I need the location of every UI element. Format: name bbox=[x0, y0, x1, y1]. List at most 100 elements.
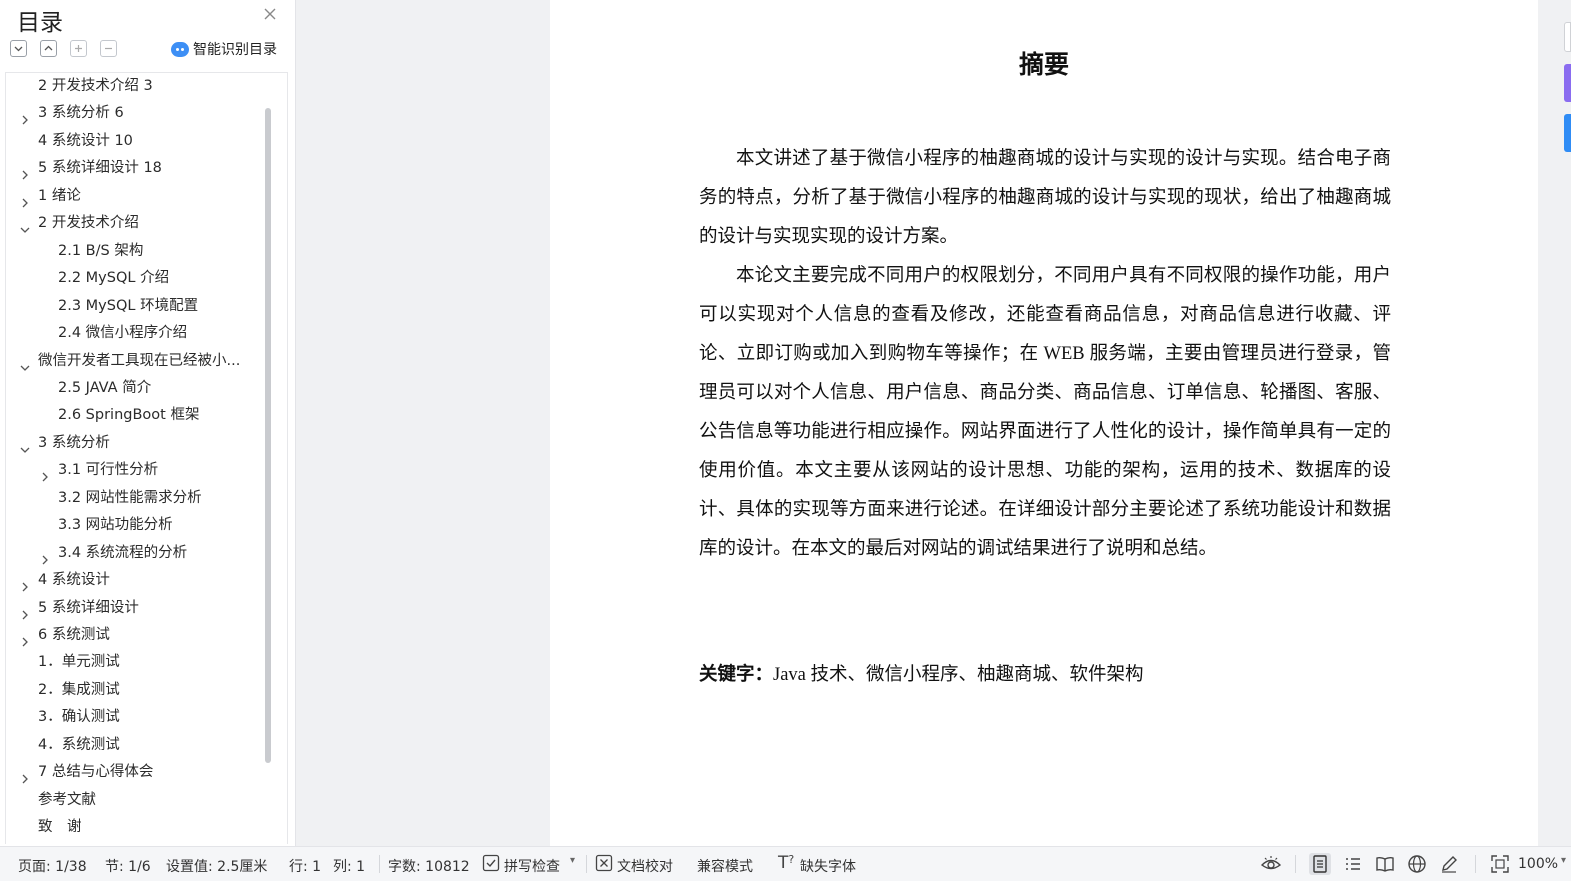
toc-item[interactable]: 3.3 网站功能分析 bbox=[6, 512, 268, 539]
toc-item[interactable]: 2.1 B/S 架构 bbox=[6, 238, 268, 265]
spellcheck-icon[interactable] bbox=[482, 854, 500, 876]
toc-item-label: 3.1 可行性分析 bbox=[58, 462, 159, 479]
zoom-chevron-icon[interactable]: ▾ bbox=[1561, 855, 1566, 866]
web-view-icon[interactable] bbox=[1406, 853, 1428, 875]
setting-indicator[interactable]: 设置值: 2.5厘米 bbox=[166, 856, 267, 876]
toc-item[interactable]: 3.1 可行性分析 bbox=[6, 457, 268, 484]
toc-item[interactable]: 3 系统分析 bbox=[6, 430, 268, 457]
side-tab[interactable] bbox=[1564, 22, 1571, 52]
page-indicator[interactable]: 页面: 1/38 bbox=[18, 856, 87, 876]
toc-item-label: 3.2 网站性能需求分析 bbox=[58, 489, 202, 506]
toc-item[interactable]: 4 系统设计 10 bbox=[6, 128, 268, 155]
chevron-right-icon[interactable] bbox=[20, 191, 30, 208]
zoom-level[interactable]: 100% bbox=[1518, 856, 1558, 872]
chevron-right-icon[interactable] bbox=[20, 630, 30, 647]
ai-icon bbox=[171, 41, 189, 57]
toc-item-label: 微信开发者工具现在已经被小... bbox=[38, 352, 241, 369]
right-side-panel bbox=[1542, 0, 1571, 846]
toc-item-label: 致 谢 bbox=[38, 819, 82, 836]
toc-item-label: 3.4 系统流程的分析 bbox=[58, 544, 188, 561]
side-tab-tools[interactable] bbox=[1564, 114, 1571, 152]
chevron-right-icon[interactable] bbox=[20, 575, 30, 592]
side-tab-ai[interactable] bbox=[1564, 64, 1571, 102]
page-title: 摘要 bbox=[1018, 52, 1069, 79]
toc-item[interactable]: 5 系统详细设计 18 bbox=[6, 155, 268, 182]
smart-toc-button[interactable]: 智能识别目录 bbox=[171, 39, 277, 59]
toc-item[interactable]: 2.6 SpringBoot 框架 bbox=[6, 402, 268, 429]
chevron-right-icon[interactable] bbox=[20, 603, 30, 620]
fit-page-icon[interactable] bbox=[1489, 853, 1511, 875]
missing-font-button[interactable]: 缺失字体 bbox=[800, 856, 856, 876]
section-indicator[interactable]: 节: 1/6 bbox=[105, 856, 151, 876]
toc-item-label: 2.5 JAVA 简介 bbox=[58, 379, 152, 396]
chevron-right-icon[interactable] bbox=[20, 163, 30, 180]
expand-all-icon[interactable] bbox=[10, 40, 27, 57]
add-heading-icon[interactable] bbox=[70, 40, 87, 57]
divider bbox=[379, 855, 380, 873]
eye-protection-icon[interactable] bbox=[1260, 853, 1282, 875]
document-body: 本文讲述了基于微信小程序的柚趣商城的设计与实现的设计与实现。结合电子商务的特点，… bbox=[699, 140, 1391, 569]
toc-item[interactable]: 3．确认测试 bbox=[6, 704, 268, 731]
toc-item-label: 3.3 网站功能分析 bbox=[58, 517, 173, 534]
col-indicator: 列: 1 bbox=[333, 859, 366, 875]
pen-icon[interactable] bbox=[1438, 853, 1460, 875]
chevron-down-icon[interactable] bbox=[20, 438, 30, 453]
toc-item[interactable]: 6 系统测试 bbox=[6, 622, 268, 649]
toc-item[interactable]: 2 开发技术介绍 3 bbox=[6, 73, 268, 100]
toc-sidebar: 目录 智能识别目录 2 开发技术介绍 3 3 系统分析 6 4 系统设计 10 5 系… bbox=[0, 0, 296, 846]
toc-item[interactable]: 2.3 MySQL 环境配置 bbox=[6, 293, 268, 320]
toc-item[interactable]: 2.4 微信小程序介绍 bbox=[6, 320, 268, 347]
toc-item[interactable]: 1 绪论 bbox=[6, 183, 268, 210]
toc-item[interactable]: 5 系统详细设计 bbox=[6, 595, 268, 622]
proofread-button[interactable]: 文档校对 bbox=[617, 856, 673, 876]
toc-item[interactable]: 1．单元测试 bbox=[6, 649, 268, 676]
chevron-right-icon[interactable] bbox=[20, 108, 30, 125]
toc-item-label: 参考文献 bbox=[38, 791, 96, 808]
close-icon[interactable] bbox=[262, 6, 278, 22]
toc-item[interactable]: 4 系统设计 bbox=[6, 567, 268, 594]
paragraph: 本论文主要完成不同用户的权限划分，不同用户具有不同权限的操作功能，用户可以实现对… bbox=[699, 266, 1391, 559]
chevron-right-icon[interactable] bbox=[40, 465, 50, 482]
row-indicator: 行: 1 bbox=[289, 859, 322, 875]
toc-item[interactable]: 3 系统分析 6 bbox=[6, 100, 268, 127]
outline-view-icon[interactable] bbox=[1342, 853, 1364, 875]
missing-font-icon[interactable]: T? bbox=[778, 853, 794, 873]
toc-item[interactable]: 2.2 MySQL 介绍 bbox=[6, 265, 268, 292]
proofread-icon[interactable] bbox=[595, 854, 613, 876]
chevron-right-icon[interactable] bbox=[20, 767, 30, 784]
chevron-down-icon[interactable] bbox=[20, 218, 30, 234]
toc-item-label: 3 系统分析 bbox=[38, 434, 110, 451]
divider bbox=[1475, 855, 1476, 873]
document-page[interactable]: 摘要 本文讲述了基于微信小程序的柚趣商城的设计与实现的设计与实现。结合电子商务的… bbox=[550, 0, 1538, 846]
toc-item-label: 2.6 SpringBoot 框架 bbox=[58, 407, 200, 424]
chevron-down-icon[interactable]: ▾ bbox=[570, 855, 575, 866]
toc-item-label: 2.4 微信小程序介绍 bbox=[58, 325, 188, 342]
toc-item-label: 3 系统分析 6 bbox=[38, 105, 124, 122]
spellcheck-button[interactable]: 拼写检查 bbox=[504, 856, 560, 876]
keywords-value: Java 技术、微信小程序、柚趣商城、软件架构 bbox=[773, 665, 1144, 685]
toc-item[interactable]: 7 总结与心得体会 bbox=[6, 759, 268, 786]
toc-item[interactable]: 微信开发者工具现在已经被小... bbox=[6, 348, 268, 375]
toc-item[interactable]: 3.2 网站性能需求分析 bbox=[6, 485, 268, 512]
toc-item[interactable]: 4．系统测试 bbox=[6, 732, 268, 759]
toc-item[interactable]: 致 谢 bbox=[6, 814, 268, 841]
chevron-right-icon[interactable] bbox=[40, 548, 50, 565]
page-view-icon[interactable] bbox=[1309, 853, 1331, 875]
toc-item-label: 1．单元测试 bbox=[38, 654, 120, 671]
toc-item-label: 4．系统测试 bbox=[38, 736, 120, 753]
document-area: 摘要 本文讲述了基于微信小程序的柚趣商城的设计与实现的设计与实现。结合电子商务的… bbox=[296, 0, 1571, 846]
toc-item[interactable]: 2.5 JAVA 简介 bbox=[6, 375, 268, 402]
chevron-down-icon[interactable] bbox=[20, 356, 30, 371]
toc-scrollbar[interactable] bbox=[265, 108, 271, 763]
compat-mode[interactable]: 兼容模式 bbox=[697, 856, 753, 876]
toc-item[interactable]: 2 开发技术介绍 bbox=[6, 210, 268, 237]
collapse-all-icon[interactable] bbox=[40, 40, 57, 57]
toc-item[interactable]: 3.4 系统流程的分析 bbox=[6, 540, 268, 567]
remove-heading-icon[interactable] bbox=[100, 40, 117, 57]
toc-item[interactable]: 参考文献 bbox=[6, 787, 268, 814]
toc-item-label: 2．集成测试 bbox=[38, 681, 120, 698]
toc-item[interactable]: 2．集成测试 bbox=[6, 677, 268, 704]
toc-item-label: 1 绪论 bbox=[38, 187, 81, 204]
word-count[interactable]: 字数: 10812 bbox=[388, 856, 470, 876]
reading-view-icon[interactable] bbox=[1374, 853, 1396, 875]
